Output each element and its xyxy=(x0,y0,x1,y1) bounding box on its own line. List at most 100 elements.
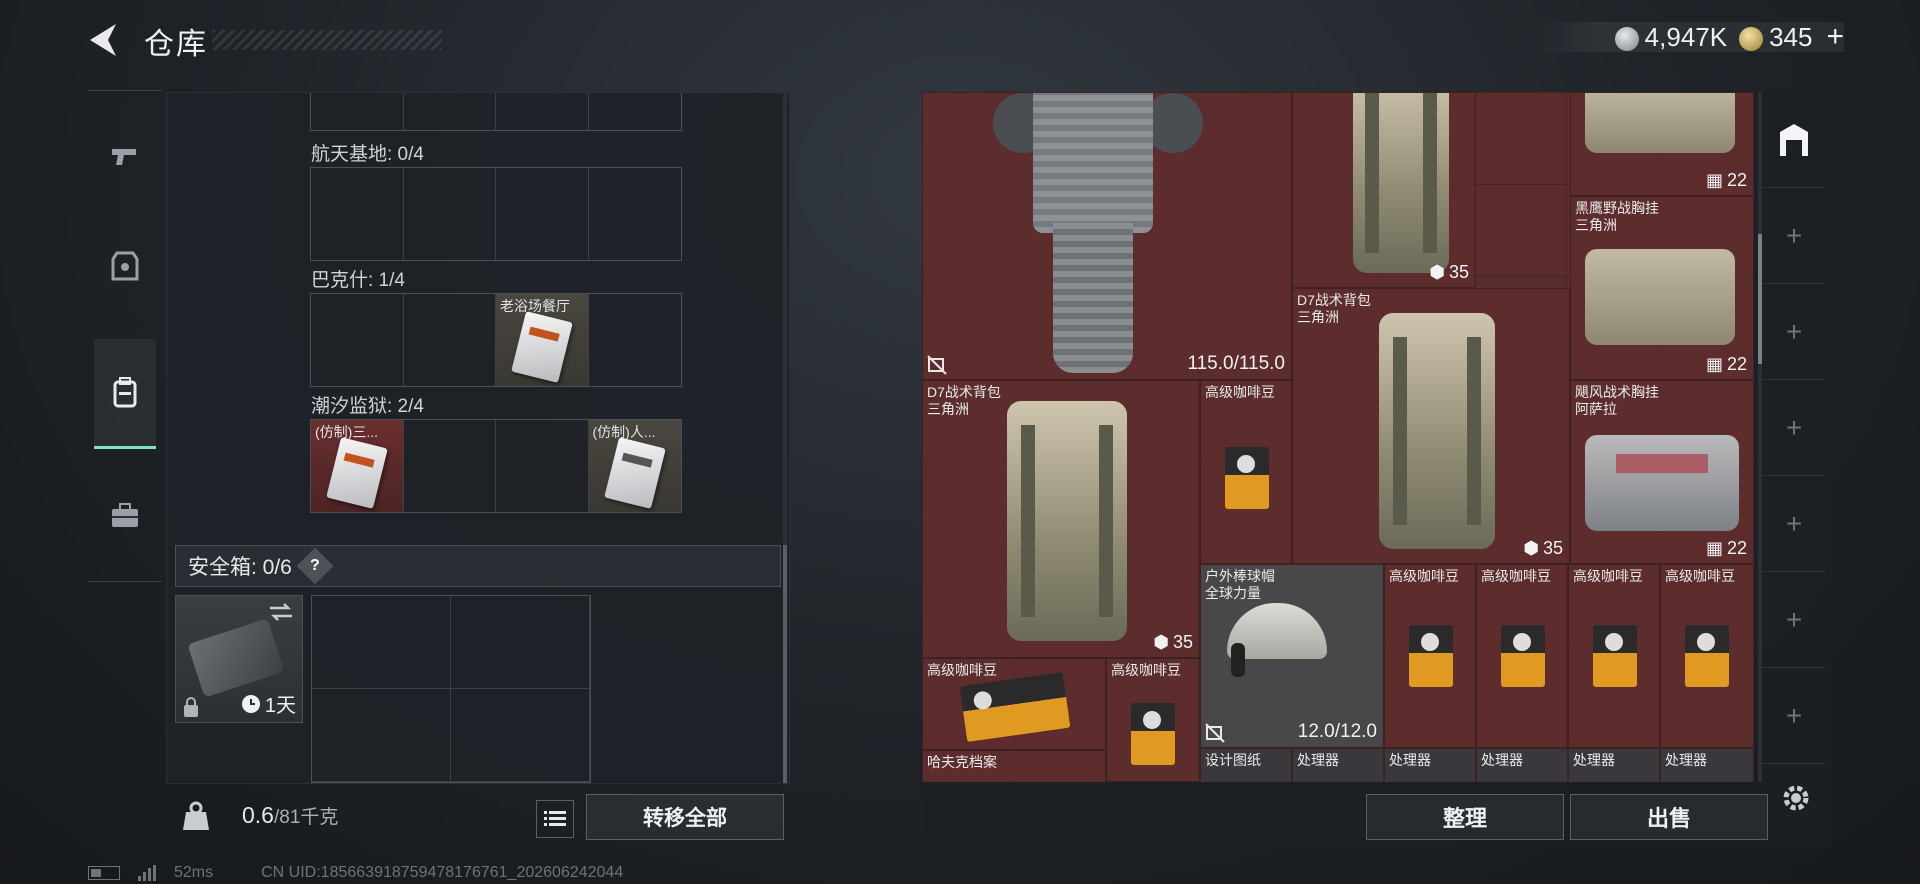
safe-slot[interactable] xyxy=(312,596,451,689)
collection-slot[interactable] xyxy=(589,294,682,386)
collection-item[interactable]: (仿制)人... xyxy=(588,420,681,512)
safe-slot[interactable] xyxy=(312,689,451,782)
page-title: 仓库 xyxy=(144,28,208,61)
stash-item-chest-rig-hurricane[interactable]: 飓风战术胸挂 阿萨拉 ▦ 22 xyxy=(1570,380,1754,564)
stash-item-coffee[interactable]: 高级咖啡豆 xyxy=(1106,658,1200,782)
item-durability: 12.0/12.0 xyxy=(1297,721,1377,742)
stash-tab-add[interactable]: + xyxy=(1762,380,1826,476)
stash-tab-add[interactable]: + xyxy=(1762,284,1826,380)
inventory-panel: 航天基地: 0/4 巴克什: 1/4 老浴场餐厅 潮汐监狱: 2/4 (仿制)三… xyxy=(166,92,790,784)
collection-slot[interactable] xyxy=(496,420,589,512)
collection-grid-aerospace xyxy=(310,167,682,261)
list-icon xyxy=(544,811,566,826)
armor-icon xyxy=(111,251,139,281)
collection-slot[interactable] xyxy=(311,93,404,130)
stash-item-coffee[interactable]: 高级咖啡豆 xyxy=(1476,564,1568,748)
battery-icon xyxy=(88,866,120,880)
chest-rig-image xyxy=(1585,249,1735,345)
safe-slot[interactable] xyxy=(451,596,590,689)
add-currency-button[interactable]: + xyxy=(1826,20,1844,54)
help-icon[interactable]: ? xyxy=(296,547,334,585)
collection-slot[interactable] xyxy=(496,93,589,130)
item-count: ▦ 22 xyxy=(1705,170,1747,190)
stash-item-processor[interactable]: 处理器 xyxy=(1476,748,1568,782)
nav-item-backpack[interactable] xyxy=(94,339,156,449)
gold-coin-icon xyxy=(1739,26,1764,51)
stash-item-d7-backpack[interactable]: D7战术背包 三角洲 ⬢ 35 xyxy=(922,380,1200,658)
stash-tab-add[interactable]: + xyxy=(1762,476,1826,572)
transfer-all-button[interactable]: 转移全部 xyxy=(586,794,784,840)
headset-image xyxy=(1231,643,1245,677)
safe-case-image xyxy=(187,618,285,698)
collection-slot[interactable] xyxy=(311,168,404,260)
item-name: 处理器 xyxy=(1297,752,1339,768)
warehouse-icon xyxy=(1780,123,1808,156)
collection-slot[interactable] xyxy=(404,420,496,512)
stash-item-d7-backpack[interactable]: D7战术背包 三角洲 ⬢ 35 xyxy=(1292,288,1570,564)
item-durability: 115.0/115.0 xyxy=(1187,353,1285,374)
nav-item-weapons[interactable] xyxy=(94,101,156,211)
lock-icon xyxy=(184,697,198,717)
keycard-icon xyxy=(603,437,666,509)
collection-scroll-area[interactable]: 航天基地: 0/4 巴克什: 1/4 老浴场餐厅 潮汐监狱: 2/4 (仿制)三… xyxy=(167,93,791,783)
stash-item-processor[interactable]: 处理器 xyxy=(1568,748,1660,782)
back-arrow-icon[interactable] xyxy=(86,20,122,60)
scrollbar[interactable] xyxy=(783,93,787,783)
settings-gear-icon[interactable] xyxy=(1778,780,1814,816)
stash-grid-area[interactable]: 115.0/115.0 ⬢ 35 ▦ 22 黑鹰野战胸挂 三角洲 ▦ 22 D7战术背… xyxy=(922,92,1754,782)
stash-item-processor[interactable]: 处理器 xyxy=(1660,748,1754,782)
nav-item-armor[interactable] xyxy=(94,211,156,321)
stash-tab-main[interactable] xyxy=(1762,92,1826,188)
item-count: ⬢ 35 xyxy=(1523,538,1563,558)
stash-item-coffee[interactable]: 高级咖啡豆 xyxy=(1660,564,1754,748)
safe-slot[interactable] xyxy=(451,689,590,782)
stash-item-coffee[interactable]: 高级咖啡豆 xyxy=(1384,564,1476,748)
no-repair-icon xyxy=(1205,723,1225,743)
stash-tab-add[interactable]: + xyxy=(1762,668,1826,764)
stash-item-coffee[interactable]: 高级咖啡豆 xyxy=(1200,380,1292,564)
stash-tab-add[interactable]: + xyxy=(1762,572,1826,668)
stash-item-chest-rig[interactable]: ▦ 22 xyxy=(1570,92,1754,196)
swap-icon[interactable] xyxy=(268,602,294,622)
collection-slot[interactable] xyxy=(496,168,589,260)
collection-slot[interactable] xyxy=(589,93,682,130)
scrollbar-thumb[interactable] xyxy=(783,545,787,783)
safe-box-title: 安全箱: 0/6 xyxy=(188,556,292,579)
coffee-image xyxy=(1593,625,1637,687)
coffee-image xyxy=(1685,625,1729,687)
stash-item-processor[interactable]: 处理器 xyxy=(1384,748,1476,782)
collection-slot[interactable] xyxy=(589,168,682,260)
map-label-bakesh: 巴克什: 1/4 xyxy=(311,270,405,291)
stash-item-armor[interactable]: 115.0/115.0 xyxy=(922,92,1292,380)
stash-item-baseball-cap[interactable]: 户外棒球帽 全球力量 12.0/12.0 xyxy=(1200,564,1384,748)
top-bar: 仓库 4,947K 345 + xyxy=(0,0,1920,80)
collection-slot[interactable] xyxy=(311,294,404,386)
stash-item-chest-rig-blackhawk[interactable]: 黑鹰野战胸挂 三角洲 ▦ 22 xyxy=(1570,196,1754,380)
weight-icon xyxy=(183,801,209,830)
collection-slot[interactable] xyxy=(404,294,496,386)
safe-box-item[interactable]: 1天 xyxy=(175,595,303,723)
silver-coin-balance: 4,947K xyxy=(1614,22,1727,53)
stash-item-processor[interactable]: 处理器 xyxy=(1292,748,1384,782)
stash-item-coffee[interactable]: 高级咖啡豆 xyxy=(922,658,1106,750)
coffee-image xyxy=(1501,625,1545,687)
item-name: 黑鹰野战胸挂 三角洲 xyxy=(1575,200,1659,233)
nav-item-toolbox[interactable] xyxy=(94,461,156,571)
gold-coin-balance: 345 xyxy=(1739,22,1812,53)
collection-item[interactable]: 老浴场餐厅 xyxy=(496,294,589,386)
item-name: 高级咖啡豆 xyxy=(1573,568,1643,584)
collection-slot[interactable] xyxy=(404,93,496,130)
uid-text: CN UID:18566391875947817676​1_2026062420… xyxy=(261,864,624,881)
collection-slot[interactable] xyxy=(404,168,496,260)
stash-tab-add[interactable]: + xyxy=(1762,188,1826,284)
sort-button[interactable]: 整理 xyxy=(1366,794,1564,840)
sell-button[interactable]: 出售 xyxy=(1570,794,1768,840)
collection-item[interactable]: (仿制)三... xyxy=(311,420,404,512)
stash-item-haavk-archive[interactable]: 哈夫克档案 xyxy=(922,750,1106,782)
stash-item-coffee[interactable]: 高级咖啡豆 xyxy=(1568,564,1660,748)
no-repair-icon xyxy=(927,355,947,375)
stash-item-blueprint[interactable]: 设计图纸 xyxy=(1200,748,1292,782)
stash-item-backpack[interactable]: ⬢ 35 xyxy=(1292,92,1476,288)
list-view-button[interactable] xyxy=(536,800,574,838)
currency-display[interactable]: 4,947K 345 + xyxy=(1534,20,1844,54)
